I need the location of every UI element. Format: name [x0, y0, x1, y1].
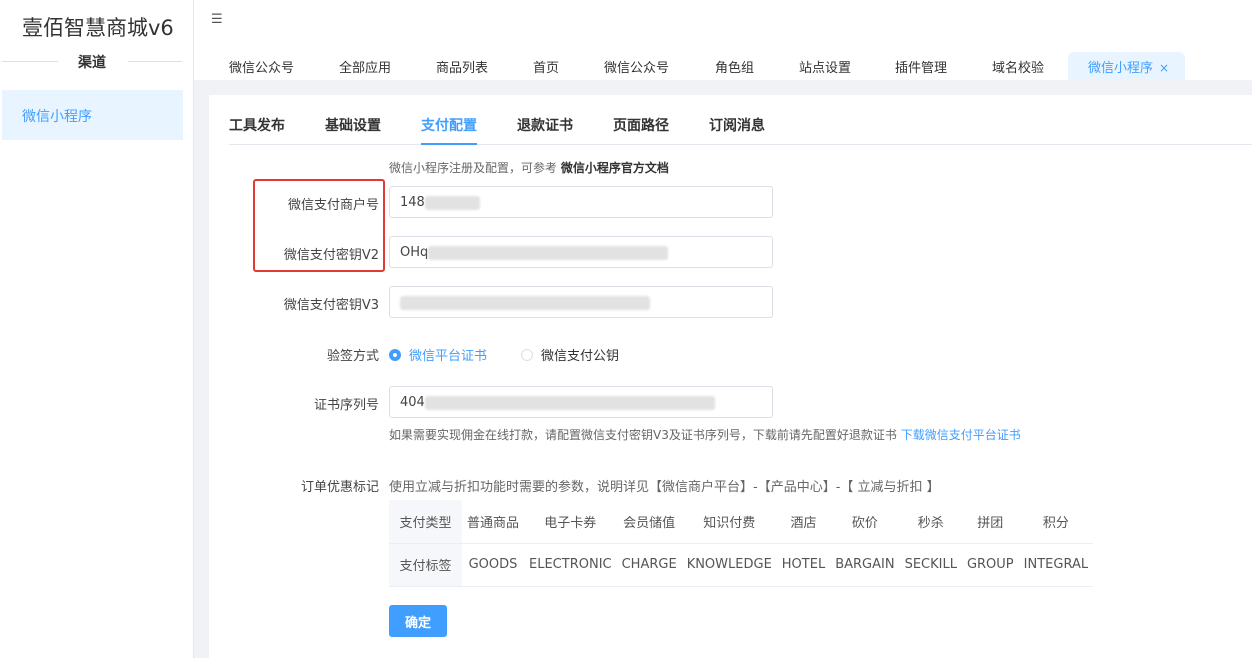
masked-text [424, 395, 715, 410]
table-cell: ELECTRONIC [524, 543, 617, 587]
serial-field[interactable]: 404 [389, 386, 773, 418]
sidebar: 壹佰智慧商城v6 渠道 微信小程序 [0, 0, 194, 658]
divider-line [2, 61, 58, 62]
merchant-id-label: 微信支付商户号 [287, 198, 379, 213]
radio-checked-icon [389, 349, 401, 361]
download-cert-link[interactable]: 下载微信支付平台证书 [901, 428, 1021, 442]
radio-public-key[interactable]: 微信支付公钥 [521, 345, 619, 364]
tab-wechat-official-2[interactable]: 微信公众号 [604, 52, 669, 80]
radio-label: 微信支付公钥 [541, 349, 620, 364]
masked-text [428, 245, 669, 260]
key-v2-field[interactable]: OHq [389, 236, 773, 268]
table-row: 支付标签 GOODS ELECTRONIC CHARGE KNOWLEDGE H… [389, 543, 1094, 587]
subtab-refund-cert[interactable]: 退款证书 [517, 115, 573, 135]
close-icon[interactable]: × [1159, 61, 1169, 75]
settings-card: 工具发布 基础设置 支付配置 退款证书 页面路径 订阅消息 微信小程序注册及配置… [209, 95, 1252, 658]
divider-line [128, 61, 182, 62]
table-cell: 拼团 [961, 500, 1019, 544]
tab-domain-check[interactable]: 域名校验 [992, 52, 1044, 80]
channel-label: 渠道 [78, 55, 106, 71]
channel-divider: 渠道 [0, 52, 194, 72]
subtab-subscribe-message[interactable]: 订阅消息 [709, 115, 765, 135]
tab-all-apps[interactable]: 全部应用 [339, 52, 391, 80]
table-cell: CHARGE [616, 543, 682, 587]
intro-text: 微信小程序注册及配置，可参考 [389, 161, 558, 175]
table-cell: INTEGRAL [1018, 543, 1094, 587]
tab-plugin-management[interactable]: 插件管理 [895, 52, 947, 80]
serial-hint: 如果需要实现佣金在线打款，请配置微信支付密钥V3及证书序列号，下载前请先配置好退… [389, 426, 1021, 443]
table-cell: 积分 [1018, 500, 1094, 544]
confirm-button[interactable]: 确定 [389, 605, 447, 637]
pay-tag-table: 支付类型 普通商品 电子卡券 会员储值 知识付费 酒店 砍价 秒杀 拼团 积分 … [389, 500, 1094, 587]
serial-hint-text: 如果需要实现佣金在线打款，请配置微信支付密钥V3及证书序列号，下载前请先配置好退… [389, 428, 897, 442]
table-cell: BARGAIN [830, 543, 900, 587]
table-row-header: 支付标签 [389, 543, 462, 587]
settings-subtabs: 工具发布 基础设置 支付配置 退款证书 页面路径 订阅消息 [229, 115, 1252, 145]
subtab-basic-settings[interactable]: 基础设置 [325, 115, 381, 135]
key-v2-label: 微信支付密钥V2 [283, 248, 379, 263]
table-row: 支付类型 普通商品 电子卡券 会员储值 知识付费 酒店 砍价 秒杀 拼团 积分 [389, 500, 1094, 544]
radio-label: 微信平台证书 [409, 349, 488, 364]
table-cell: 砍价 [830, 500, 900, 544]
merchant-id-value: 148 [400, 195, 425, 210]
table-cell: GOODS [462, 543, 525, 587]
official-docs-link[interactable]: 微信小程序官方文档 [561, 161, 669, 175]
table-cell: 普通商品 [462, 500, 525, 544]
table-cell: 电子卡券 [524, 500, 617, 544]
table-cell: SECKILL [899, 543, 962, 587]
menu-fold-icon[interactable]: ☰ [211, 12, 223, 27]
serial-label: 证书序列号 [313, 398, 379, 413]
tab-wechat-miniprogram[interactable]: 微信小程序 × [1068, 52, 1186, 80]
intro-hint: 微信小程序注册及配置，可参考 微信小程序官方文档 [389, 159, 669, 176]
subtab-tool-publish[interactable]: 工具发布 [229, 115, 285, 135]
discount-label: 订单优惠标记 [300, 480, 379, 495]
sidebar-item-wechat-miniprogram[interactable]: 微信小程序 [2, 90, 183, 140]
table-cell: HOTEL [776, 543, 831, 587]
tab-product-list[interactable]: 商品列表 [436, 52, 488, 80]
brand-title: 壹佰智慧商城v6 [22, 16, 174, 40]
sign-method-label: 验签方式 [326, 349, 379, 364]
tab-role-group[interactable]: 角色组 [715, 52, 754, 80]
tab-wechat-official[interactable]: 微信公众号 [229, 52, 294, 80]
top-bar: ☰ 微信公众号 全部应用 商品列表 首页 微信公众号 角色组 站点设置 插件管理… [194, 0, 1252, 80]
tab-home[interactable]: 首页 [533, 52, 559, 80]
table-row-header: 支付类型 [389, 500, 462, 544]
table-cell: GROUP [961, 543, 1019, 587]
radio-unchecked-icon [521, 349, 533, 361]
key-v2-value: OHq [400, 245, 429, 260]
subtab-page-path[interactable]: 页面路径 [613, 115, 669, 135]
table-cell: 会员储值 [616, 500, 682, 544]
key-v3-label: 微信支付密钥V3 [283, 298, 379, 313]
radio-platform-cert[interactable]: 微信平台证书 [389, 345, 487, 364]
masked-text [424, 195, 480, 210]
table-cell: KNOWLEDGE [681, 543, 777, 587]
tab-site-settings[interactable]: 站点设置 [799, 52, 851, 80]
discount-hint: 使用立减与折扣功能时需要的参数，说明详见【微信商户平台】-【产品中心】-【 立减… [389, 480, 940, 495]
masked-text [400, 295, 650, 310]
merchant-id-field[interactable]: 148 [389, 186, 773, 218]
key-v3-field[interactable] [389, 286, 773, 318]
table-cell: 酒店 [776, 500, 831, 544]
table-cell: 知识付费 [681, 500, 777, 544]
table-cell: 秒杀 [899, 500, 962, 544]
tab-label: 微信小程序 [1088, 61, 1154, 76]
subtab-payment-config[interactable]: 支付配置 [421, 115, 477, 145]
serial-value: 404 [400, 395, 425, 410]
